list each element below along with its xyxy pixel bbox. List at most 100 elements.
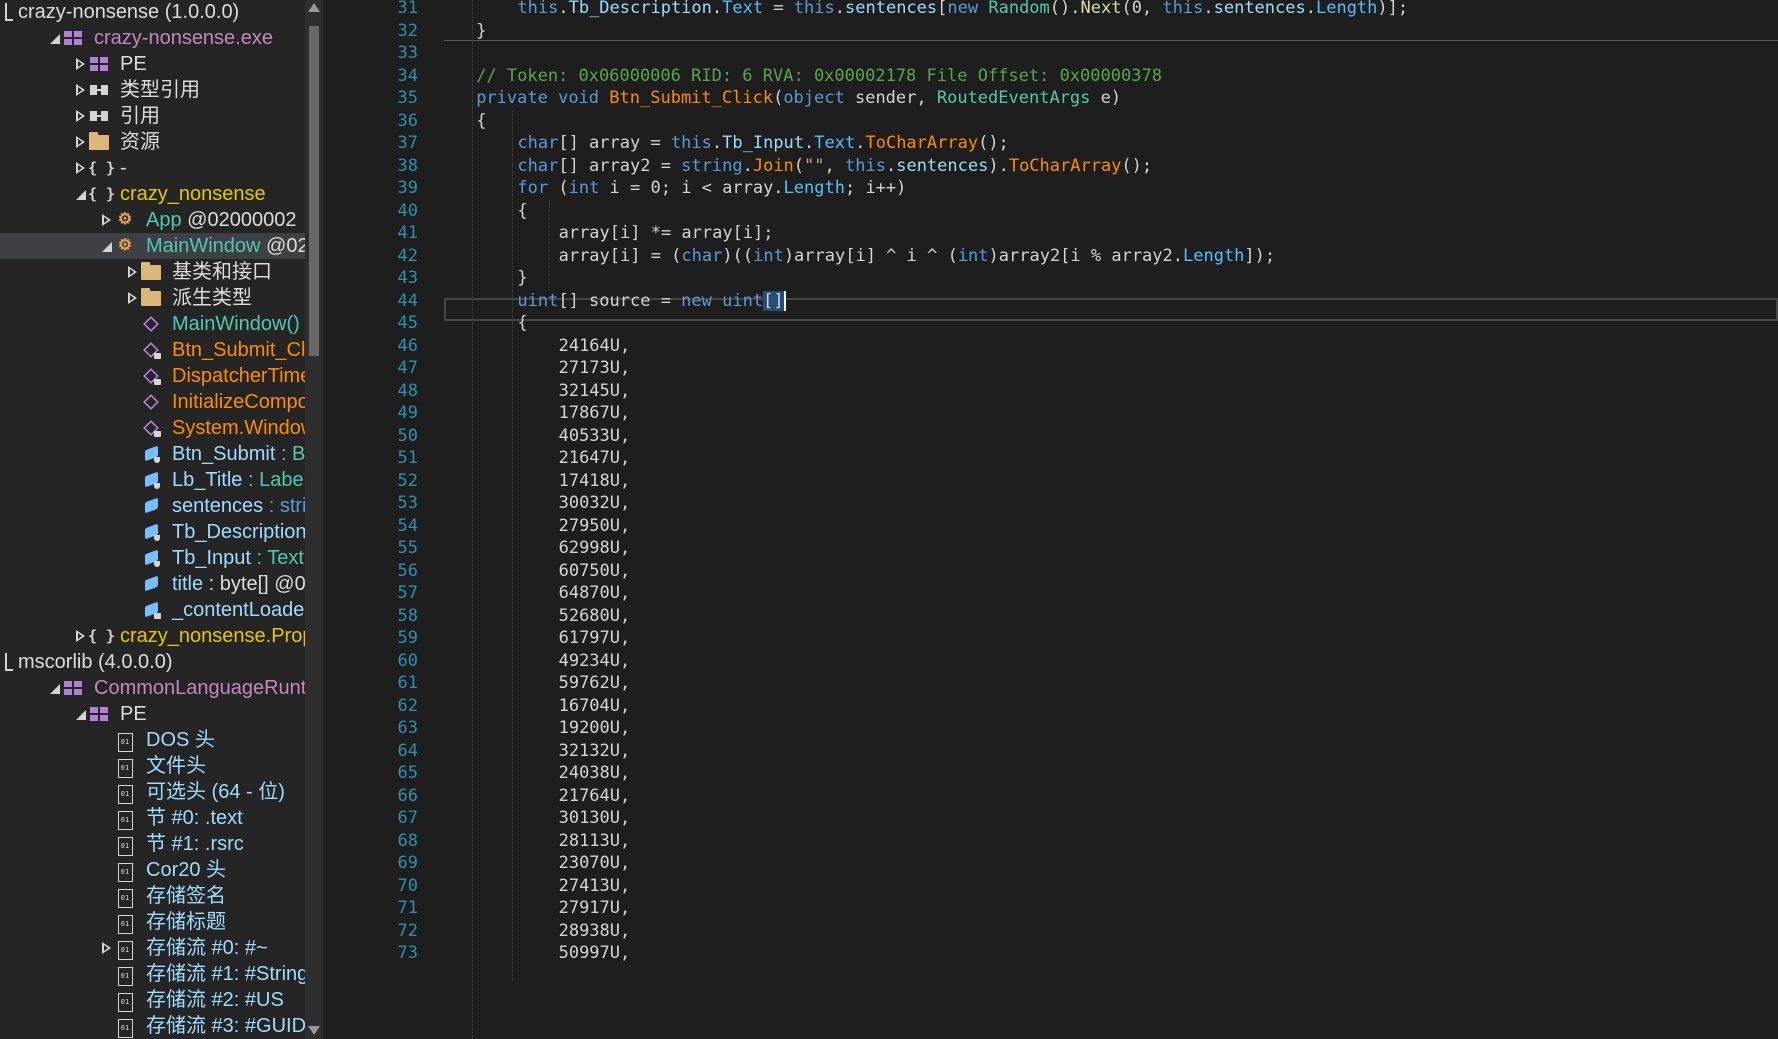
code-line[interactable]: 56 60750U, bbox=[369, 559, 1778, 584]
code-line[interactable]: 59 61797U, bbox=[369, 626, 1778, 651]
assembly-explorer-tree[interactable]: crazy-nonsense (1.0.0.0) crazy-nonsense.e… bbox=[0, 0, 307, 1039]
code-line[interactable]: 71 27917U, bbox=[369, 896, 1778, 921]
code-line[interactable]: 42 array[i] = (char)((int)array[i] ^ i ^ … bbox=[369, 244, 1778, 269]
collapse-arrow-icon[interactable] bbox=[100, 935, 112, 961]
tree-node[interactable]: 01 DOS 头 bbox=[0, 727, 307, 753]
tree-node[interactable]: System.Windows.Markup bbox=[0, 415, 307, 441]
code-line[interactable]: 64 32132U, bbox=[369, 739, 1778, 764]
tree-node[interactable]: 派生类型 bbox=[0, 285, 307, 311]
tree-node[interactable]: 01 Cor20 头 bbox=[0, 857, 307, 883]
code-line[interactable]: 68 28113U, bbox=[369, 829, 1778, 854]
code-line[interactable]: 35 private void Btn_Submit_Click(object s… bbox=[369, 86, 1778, 111]
code-line[interactable]: 72 28938U, bbox=[369, 919, 1778, 944]
tree-node[interactable]: 01 文件头 bbox=[0, 753, 307, 779]
tree-node[interactable]: Lb_Title : Label @04 bbox=[0, 467, 307, 493]
tree-node[interactable]: 01 存储流 #0: #~ bbox=[0, 935, 307, 961]
code-line[interactable]: 40 { bbox=[369, 199, 1778, 224]
code-line[interactable]: 52 17418U, bbox=[369, 469, 1778, 494]
expand-arrow-icon[interactable] bbox=[74, 181, 86, 207]
tree-node[interactable]: CommonLanguageRuntimeLibrary bbox=[0, 675, 307, 701]
code-line[interactable]: 44 uint[] source = new uint[] bbox=[369, 289, 1778, 314]
code-line[interactable]: 70 27413U, bbox=[369, 874, 1778, 899]
collapse-arrow-icon[interactable] bbox=[74, 623, 86, 649]
tree-node[interactable]: 01 存储流 #1: #Strings bbox=[0, 961, 307, 987]
expand-arrow-icon[interactable] bbox=[48, 675, 60, 701]
expand-arrow-icon[interactable] bbox=[48, 25, 60, 51]
expand-arrow-icon[interactable] bbox=[74, 701, 86, 727]
collapse-arrow-icon[interactable] bbox=[74, 103, 86, 129]
collapse-arrow-icon[interactable] bbox=[74, 129, 86, 155]
tree-node[interactable]: crazy-nonsense.exe bbox=[0, 25, 307, 51]
code-line[interactable]: 67 30130U, bbox=[369, 806, 1778, 831]
scroll-up-arrow-icon[interactable] bbox=[308, 3, 320, 12]
tree-node[interactable]: mscorlib (4.0.0.0) bbox=[0, 649, 307, 675]
tree-node[interactable]: PE bbox=[0, 51, 307, 77]
collapse-arrow-icon[interactable] bbox=[74, 77, 86, 103]
code-line[interactable]: 34 // Token: 0x06000006 RID: 6 RVA: 0x000… bbox=[369, 64, 1778, 89]
tree-node[interactable]: 01 节 #1: .rsrc bbox=[0, 831, 307, 857]
scrollbar-thumb[interactable] bbox=[309, 26, 319, 356]
tree-node[interactable]: ⚙ App @02000002 bbox=[0, 207, 307, 233]
code-line[interactable]: 39 for (int i = 0; i < array.Length; i++) bbox=[369, 176, 1778, 201]
tree-node[interactable]: { } crazy_nonsense bbox=[0, 181, 307, 207]
tree-node[interactable]: 01 存储标题 bbox=[0, 909, 307, 935]
collapse-arrow-icon[interactable] bbox=[126, 285, 138, 311]
tree-node[interactable]: 01 存储流 #3: #GUID bbox=[0, 1013, 307, 1039]
code-line[interactable]: 51 21647U, bbox=[369, 446, 1778, 471]
tree-node[interactable]: Tb_Input : TextBox @ bbox=[0, 545, 307, 571]
tree-node[interactable]: title : byte[] @04000 bbox=[0, 571, 307, 597]
tree-node[interactable]: 01 存储签名 bbox=[0, 883, 307, 909]
tree-node[interactable]: { } - bbox=[0, 155, 307, 181]
code-line[interactable]: 49 17867U, bbox=[369, 401, 1778, 426]
tree-node[interactable]: InitializeComponent bbox=[0, 389, 307, 415]
collapse-arrow-icon[interactable] bbox=[100, 207, 112, 233]
tree-node[interactable]: _contentLoaded : bool bbox=[0, 597, 307, 623]
tree-node[interactable]: sentences : string[] @ bbox=[0, 493, 307, 519]
code-line[interactable]: 58 52680U, bbox=[369, 604, 1778, 629]
code-line[interactable]: 60 49234U, bbox=[369, 649, 1778, 674]
tree-node[interactable]: 01 节 #0: .text bbox=[0, 805, 307, 831]
tree-node[interactable]: 01 可选头 (64 - 位) bbox=[0, 779, 307, 805]
code-line[interactable]: 69 23070U, bbox=[369, 851, 1778, 876]
tree-node[interactable]: 01 存储流 #2: #US bbox=[0, 987, 307, 1013]
collapse-arrow-icon[interactable] bbox=[74, 155, 86, 181]
tree-node[interactable]: MainWindow() : void bbox=[0, 311, 307, 337]
code-line[interactable]: 33 bbox=[369, 41, 1778, 66]
tree-node[interactable]: Btn_Submit : Button bbox=[0, 441, 307, 467]
code-line[interactable]: 46 24164U, bbox=[369, 334, 1778, 359]
tree-node[interactable]: Btn_Submit_Click(object bbox=[0, 337, 307, 363]
code-line[interactable]: 47 27173U, bbox=[369, 356, 1778, 381]
collapse-arrow-icon[interactable] bbox=[74, 51, 86, 77]
code-line[interactable]: 53 30032U, bbox=[369, 491, 1778, 516]
decompiled-code-editor[interactable]: 31 this.Tb_Description.Text = this.senten… bbox=[369, 0, 1778, 1039]
scroll-down-arrow-icon[interactable] bbox=[308, 1026, 320, 1035]
code-line[interactable]: 63 19200U, bbox=[369, 716, 1778, 741]
pane-splitter[interactable] bbox=[323, 0, 369, 1039]
code-line[interactable]: 32} bbox=[369, 19, 1778, 44]
code-line[interactable]: 36 { bbox=[369, 109, 1778, 134]
code-line[interactable]: 43} bbox=[369, 266, 1778, 291]
tree-node[interactable]: PE bbox=[0, 701, 307, 727]
code-line[interactable]: 62 16704U, bbox=[369, 694, 1778, 719]
code-line[interactable]: 73 50997U, bbox=[369, 941, 1778, 966]
code-line[interactable]: 48 32145U, bbox=[369, 379, 1778, 404]
tree-node[interactable]: 类型引用 bbox=[0, 77, 307, 103]
tree-node[interactable]: 引用 bbox=[0, 103, 307, 129]
tree-node[interactable]: ⚙ MainWindow @02000003 bbox=[0, 233, 307, 259]
code-line[interactable]: 41 array[i] *= array[i]; bbox=[369, 221, 1778, 246]
code-line[interactable]: 54 27950U, bbox=[369, 514, 1778, 539]
tree-node[interactable]: DispatcherTimer_Tick bbox=[0, 363, 307, 389]
code-line[interactable]: 66 21764U, bbox=[369, 784, 1778, 809]
code-line[interactable]: 37 char[] array = this.Tb_Input.Text.ToCh… bbox=[369, 131, 1778, 156]
collapse-arrow-icon[interactable] bbox=[126, 259, 138, 285]
tree-scrollbar[interactable] bbox=[305, 0, 323, 1039]
code-line[interactable]: 57 64870U, bbox=[369, 581, 1778, 606]
code-line[interactable]: 55 62998U, bbox=[369, 536, 1778, 561]
tree-node[interactable]: 基类和接口 bbox=[0, 259, 307, 285]
tree-node[interactable]: 资源 bbox=[0, 129, 307, 155]
tree-node[interactable]: { }crazy_nonsense.Properties bbox=[0, 623, 307, 649]
tree-node[interactable]: crazy-nonsense (1.0.0.0) bbox=[0, 0, 307, 25]
code-line[interactable]: 65 24038U, bbox=[369, 761, 1778, 786]
tree-node[interactable]: Tb_Description : TextBlock bbox=[0, 519, 307, 545]
code-line[interactable]: 38 char[] array2 = string.Join("", this.s… bbox=[369, 154, 1778, 179]
